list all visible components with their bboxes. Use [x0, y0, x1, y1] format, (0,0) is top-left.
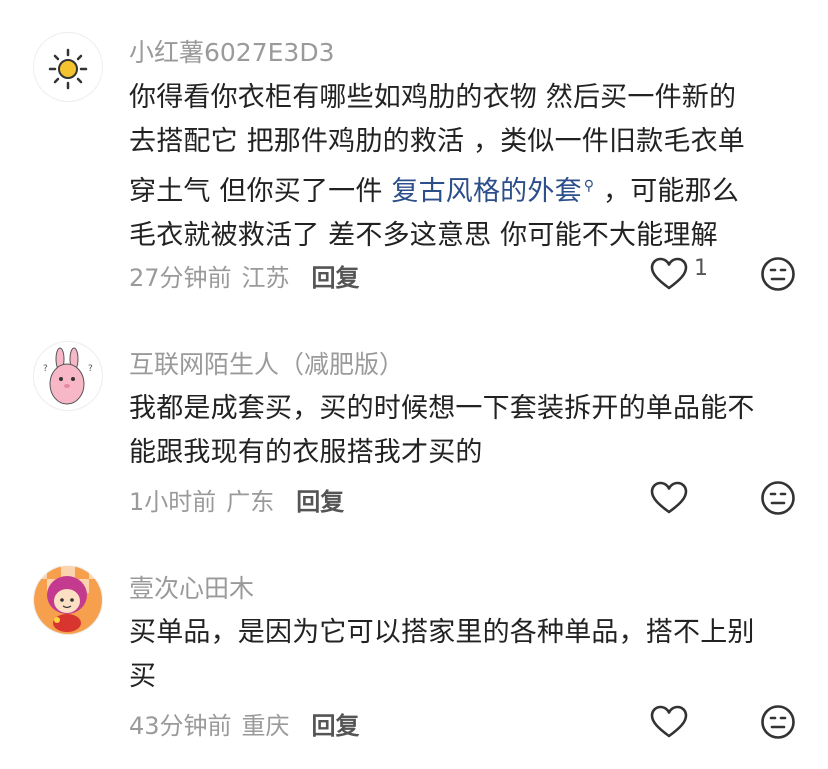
comment-line: 穿土气 但你买了一件 复古风格的外套 ⚲ ，可能那么: [129, 164, 799, 214]
comment-meta: 1小时前 广东 回复: [129, 482, 344, 517]
dislike-face-icon[interactable]: [760, 704, 796, 740]
comment-line: 我都是成套买，买的时候想一下套装拆开的单品能不: [129, 393, 755, 424]
comment-text-segment: 穿土气 但你买了一件: [129, 176, 392, 207]
heart-icon[interactable]: [650, 481, 688, 515]
comment-username[interactable]: 互联网陌生人（减肥版）: [129, 345, 404, 381]
pink-bunny-avatar: ? ?: [34, 342, 102, 410]
comment-username[interactable]: 小红薯6027E3D3: [129, 33, 334, 69]
reply-button[interactable]: 回复: [312, 258, 360, 293]
user-avatar[interactable]: [33, 565, 103, 635]
cartoon-girl-avatar: [33, 565, 103, 634]
comment-meta: 27分钟前 江苏 回复: [129, 258, 360, 293]
comment-line: 买单品，是因为它可以搭家里的各种单品，搭不上别: [129, 617, 755, 648]
comment-line: 毛衣就被救活了 差不多这意思 你可能不大能理解: [129, 220, 718, 251]
svg-text:?: ?: [43, 364, 48, 374]
comment-time: 27分钟前: [129, 264, 232, 292]
reply-button[interactable]: 回复: [296, 482, 344, 517]
comment-line: 买: [129, 661, 157, 692]
comment-line: 能跟我现有的衣服搭我才买的: [129, 437, 483, 468]
comment-line: 去搭配它 把那件鸡肋的救活 ，类似一件旧款毛衣单: [129, 126, 745, 157]
heart-icon[interactable]: [650, 705, 688, 739]
comment-meta: 43分钟前 重庆 回复: [129, 706, 360, 741]
comment-text: 我都是成套买，买的时候想一下套装拆开的单品能不 能跟我现有的衣服搭我才买的: [129, 387, 799, 475]
heart-icon[interactable]: [650, 257, 688, 291]
user-avatar[interactable]: ? ?: [33, 341, 103, 411]
search-link[interactable]: 复古风格的外套 ⚲: [391, 176, 594, 207]
comment-location: 广东: [226, 488, 275, 516]
reply-button[interactable]: 回复: [312, 706, 360, 741]
search-icon: ⚲: [583, 178, 595, 194]
comment-time: 43分钟前: [129, 712, 232, 740]
search-link-label: 复古风格的外套: [391, 176, 582, 207]
user-avatar[interactable]: [33, 32, 103, 102]
like-count: 1: [694, 256, 708, 281]
dislike-face-icon[interactable]: [760, 256, 796, 292]
comment-line: 你得看你衣柜有哪些如鸡肋的衣物 然后买一件新的: [129, 82, 737, 113]
comment-text-segment: ，可能那么: [594, 176, 740, 207]
comment-username[interactable]: 壹次心田木: [129, 569, 254, 605]
comment-location: 重庆: [241, 712, 290, 740]
comment-text: 买单品，是因为它可以搭家里的各种单品，搭不上别 买: [129, 611, 799, 699]
comment-location: 江苏: [241, 264, 290, 292]
comment-time: 1小时前: [129, 488, 217, 516]
svg-text:?: ?: [88, 364, 93, 374]
sun-icon: [34, 33, 102, 101]
dislike-face-icon[interactable]: [760, 480, 796, 516]
comment-text: 你得看你衣柜有哪些如鸡肋的衣物 然后买一件新的 去搭配它 把那件鸡肋的救活 ，类…: [129, 76, 799, 258]
